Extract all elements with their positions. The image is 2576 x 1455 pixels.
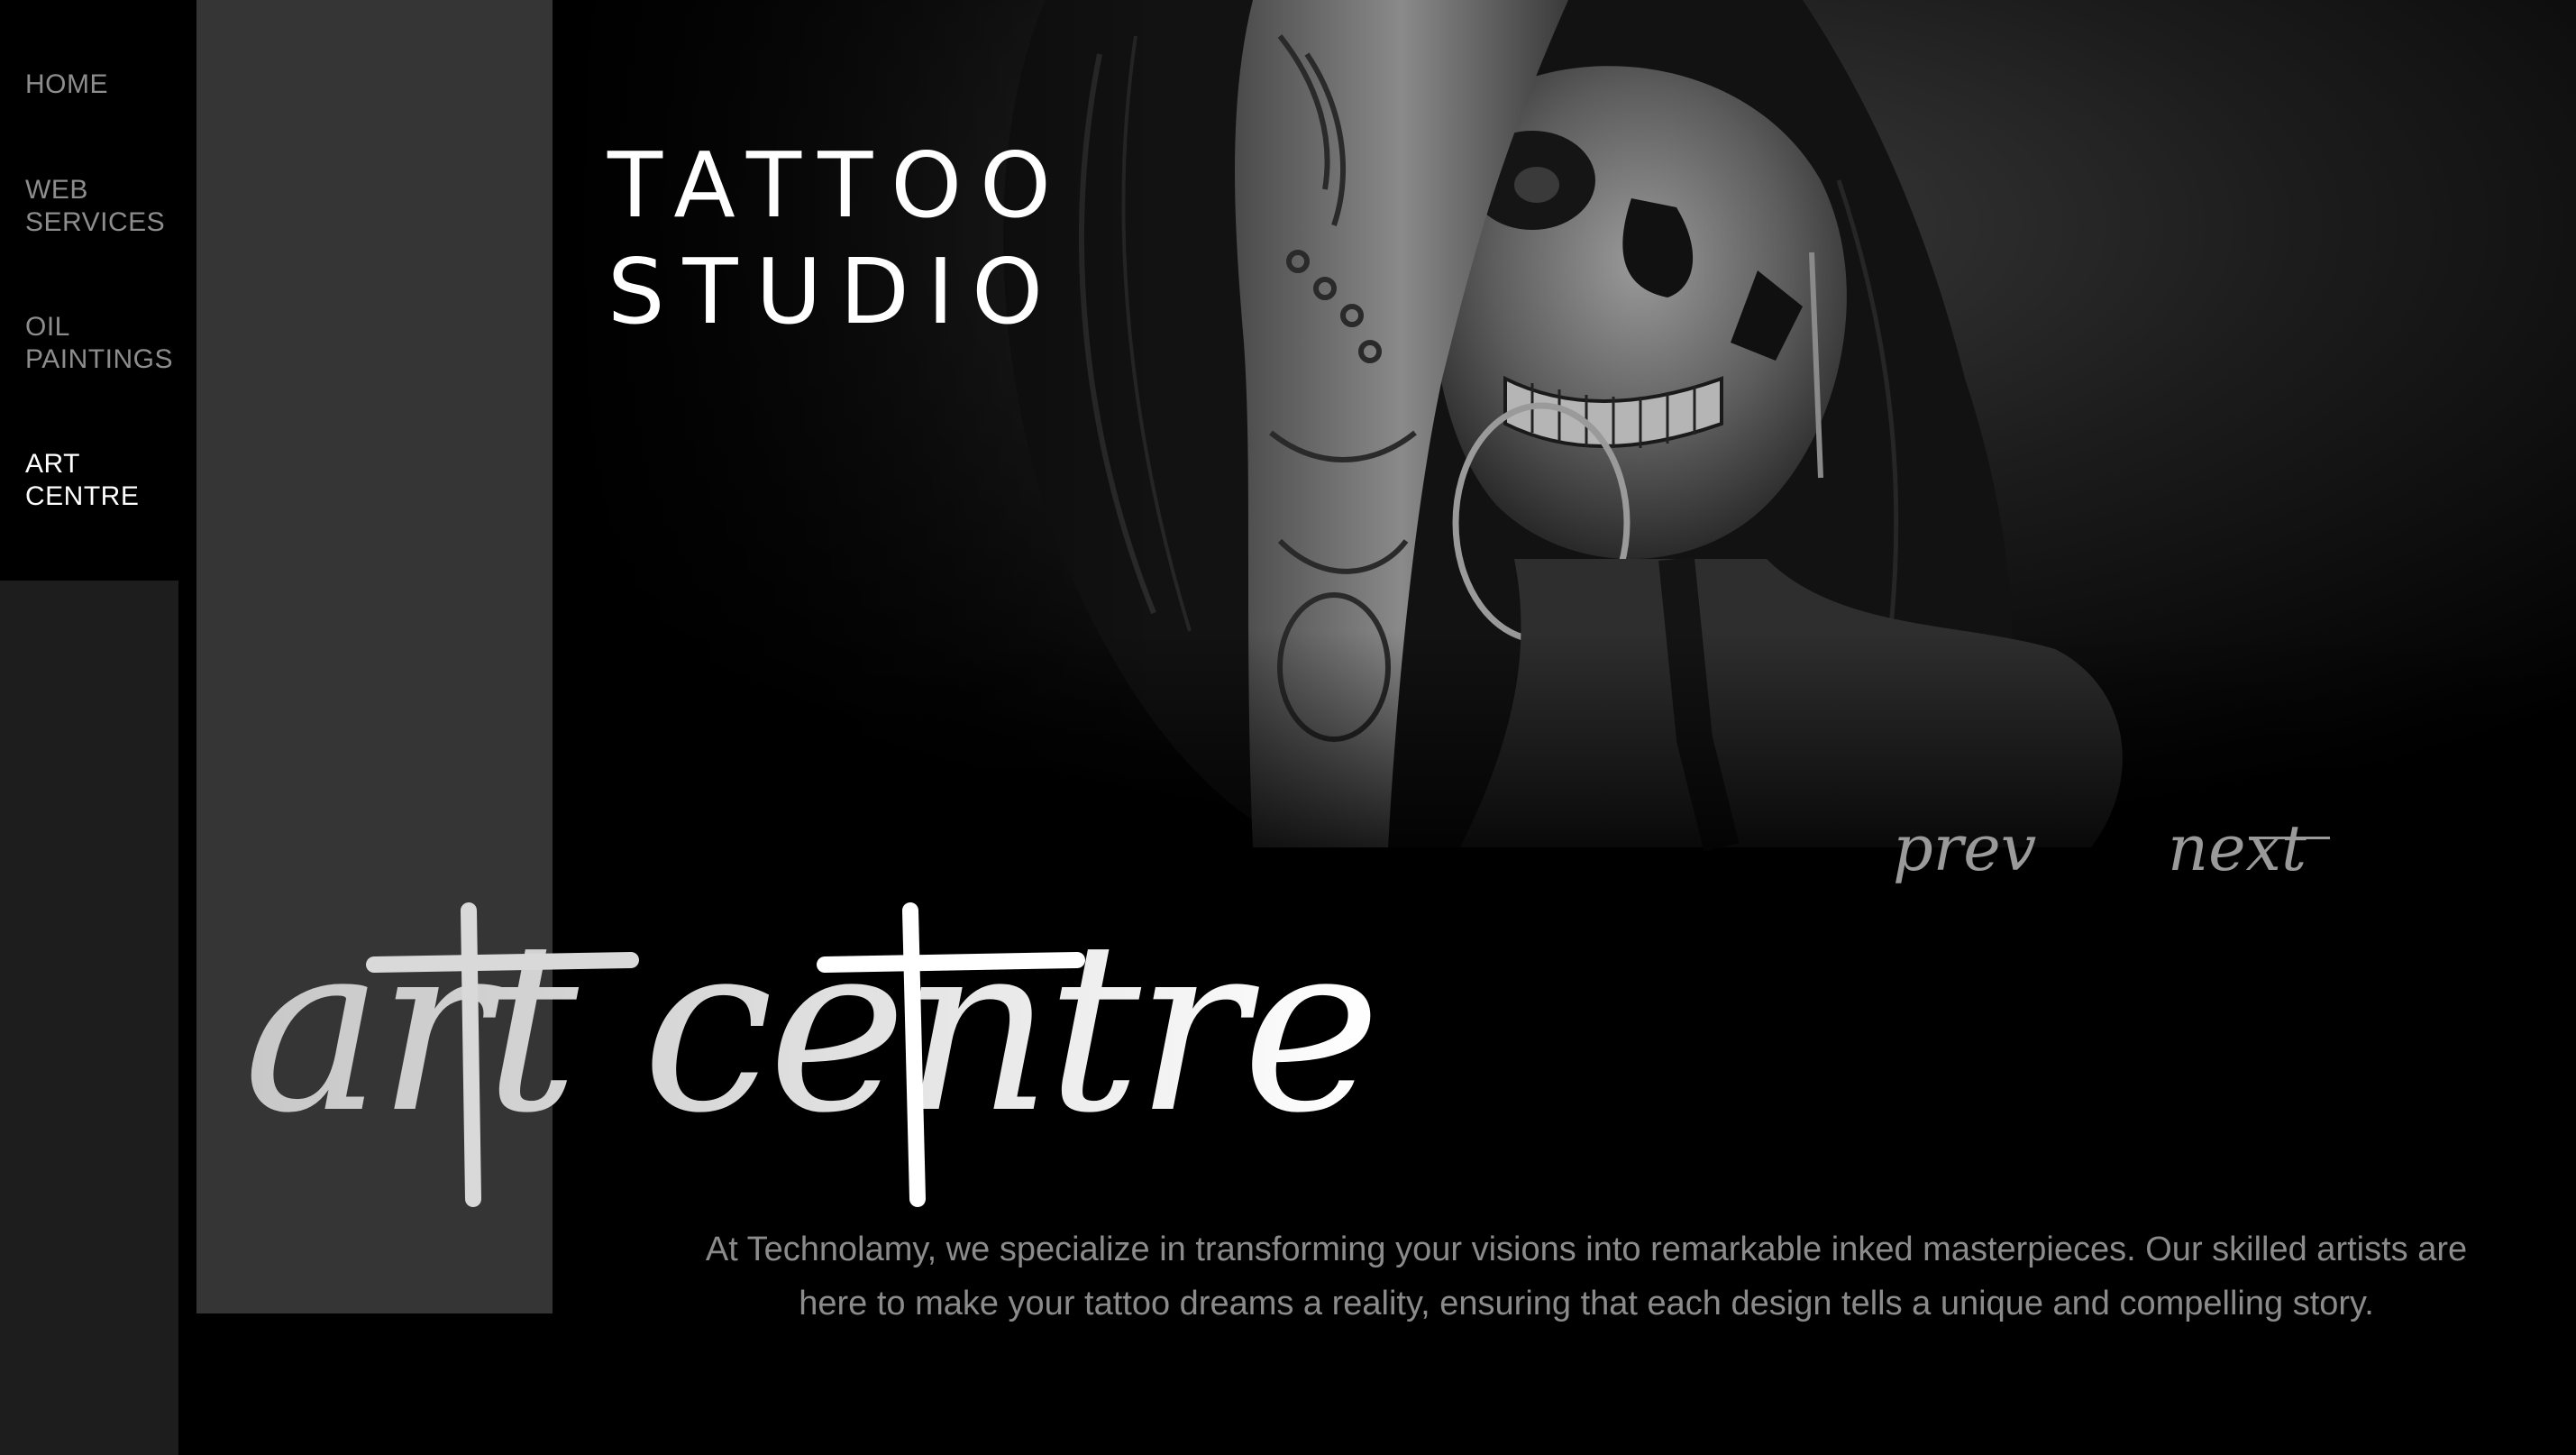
script-heading: art centre — [225, 892, 1381, 1235]
next-crossbar — [2249, 837, 2330, 839]
nav-item-art-centre[interactable]: ART CENTRE — [25, 448, 187, 513]
script-heading-text: art centre — [243, 892, 1375, 1165]
page: HOME WEB SERVICES OIL PAINTINGS ART CENT… — [0, 0, 2576, 1455]
title-line-2: STUDIO — [607, 239, 1061, 344]
description-text: At Technolamy, we specialize in transfor… — [705, 1231, 2468, 1322]
title-line-1: TATTOO — [607, 133, 1069, 238]
page-title: TATTOO STUDIO — [607, 133, 1069, 345]
nav-item-oil-paintings[interactable]: OIL PAINTINGS — [25, 311, 187, 376]
prev-label: prev — [1893, 811, 2037, 885]
next-label: next — [2168, 811, 2307, 885]
next-button[interactable]: next — [2168, 811, 2330, 885]
side-dark-panel — [0, 581, 178, 1455]
prev-button[interactable]: prev — [1893, 811, 2036, 885]
sidebar-nav: HOME WEB SERVICES OIL PAINTINGS ART CENT… — [0, 0, 196, 581]
nav-item-web-services[interactable]: WEB SERVICES — [25, 174, 187, 239]
nav-item-home[interactable]: HOME — [25, 69, 187, 101]
